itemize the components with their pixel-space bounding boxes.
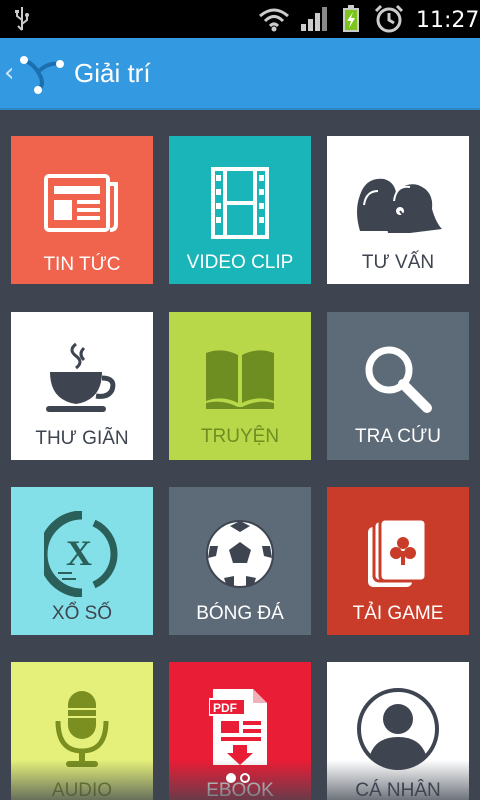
tile-label: BÓNG ĐÁ [196, 603, 284, 624]
tile-label: TRA CỨU [355, 426, 441, 447]
status-time: 11:27 [416, 8, 480, 33]
tile-thu-gian[interactable]: THƯ GIÃN [11, 312, 153, 460]
tile-label: VIDEO CLIP [186, 252, 294, 273]
status-bar: 11:27 [0, 0, 480, 38]
wifi-icon [258, 6, 290, 37]
tile-tin-tuc[interactable]: TIN TỨC [11, 136, 153, 284]
tile-label: XỔ SỐ [51, 603, 113, 624]
microphone-icon [11, 684, 153, 774]
tile-tra-cuu[interactable]: TRA CỨU [327, 312, 469, 460]
film-strip-icon [169, 158, 311, 248]
magnifier-icon [327, 334, 469, 424]
pdf-download-icon: PDF [169, 684, 311, 774]
soccer-ball-icon [169, 509, 311, 599]
tile-bong-da[interactable]: BÓNG ĐÁ [169, 487, 311, 635]
tile-label: TẢI GAME [352, 603, 444, 624]
app-logo-icon[interactable] [18, 54, 66, 99]
page-indicator[interactable] [224, 770, 264, 784]
tile-label: TƯ VẤN [361, 252, 435, 273]
action-bar: ‹ Giải trí [0, 38, 480, 110]
tile-tai-game[interactable]: TẢI GAME [327, 487, 469, 635]
tile-tu-van[interactable]: TƯ VẤN [327, 136, 469, 284]
newspaper-icon [11, 158, 153, 248]
alarm-clock-icon [374, 4, 404, 39]
tile-audio[interactable]: AUDIO [11, 662, 153, 800]
open-book-icon [169, 334, 311, 424]
tile-ca-nhan[interactable]: CÁ NHÂN [327, 662, 469, 800]
tile-label: TRUYỆN [200, 426, 280, 447]
playing-cards-icon [327, 509, 469, 599]
signal-icon [300, 6, 328, 37]
page-dot[interactable] [240, 773, 250, 783]
support-agents-icon [327, 158, 469, 248]
page-dot-active[interactable] [226, 773, 236, 783]
tile-video-clip[interactable]: VIDEO CLIP [169, 136, 311, 284]
category-grid: TIN TỨC VIDEO CLIP TƯ VẤN THƯ GIÃN TRUYỆ… [0, 110, 480, 800]
tile-label: TIN TỨC [43, 254, 121, 275]
battery-charging-icon [342, 5, 360, 38]
tile-xo-so[interactable]: X XỔ SỐ [11, 487, 153, 635]
lottery-x-icon: X [11, 509, 153, 599]
tile-truyen[interactable]: TRUYỆN [169, 312, 311, 460]
page-title: Giải trí [74, 58, 151, 88]
svg-text:PDF: PDF [213, 701, 237, 715]
coffee-cup-icon [11, 334, 153, 424]
tile-label: CÁ NHÂN [355, 780, 441, 800]
user-profile-icon [327, 684, 469, 774]
back-icon[interactable]: ‹ [4, 58, 14, 88]
tile-label: THƯ GIÃN [35, 428, 129, 449]
svg-text:X: X [66, 533, 92, 573]
usb-icon [14, 6, 30, 37]
tile-label: AUDIO [51, 780, 113, 800]
